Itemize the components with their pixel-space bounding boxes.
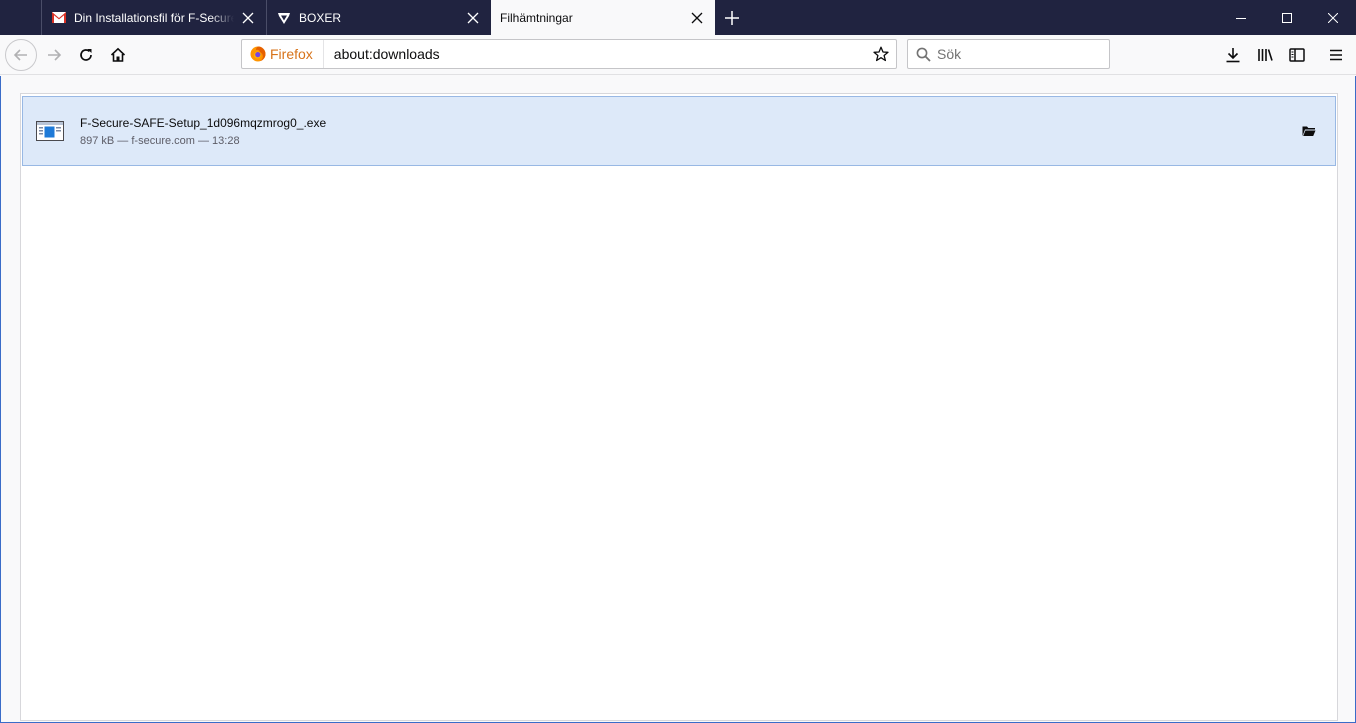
library-icon (1257, 47, 1274, 63)
close-window-button[interactable] (1310, 0, 1356, 35)
downloads-list: F-Secure-SAFE-Setup_1d096mqzmrog0_.exe 8… (20, 93, 1338, 721)
close-tab-icon[interactable] (465, 10, 481, 26)
url-bar[interactable]: Firefox (241, 39, 897, 69)
menu-button[interactable] (1322, 41, 1350, 69)
boxer-shield-icon (276, 10, 292, 26)
search-icon (916, 46, 931, 62)
home-button[interactable] (102, 39, 134, 71)
tab-downloads[interactable]: Filhämtningar (491, 0, 715, 35)
sidebar-icon (1289, 47, 1305, 63)
close-tab-icon[interactable] (689, 10, 705, 26)
search-bar[interactable] (907, 39, 1118, 69)
minimize-button[interactable] (1218, 0, 1264, 35)
back-arrow-icon (13, 47, 29, 63)
exe-file-icon (35, 116, 65, 146)
maximize-icon (1282, 12, 1292, 23)
forward-arrow-icon (46, 47, 62, 63)
maximize-button[interactable] (1264, 0, 1310, 35)
forward-button[interactable] (38, 39, 70, 71)
url-input[interactable] (333, 40, 866, 68)
tab-boxer[interactable]: BOXER (266, 0, 491, 35)
navigation-toolbar: Firefox (0, 35, 1356, 75)
reload-icon (78, 47, 94, 63)
home-icon (110, 47, 126, 63)
page-content: F-Secure-SAFE-Setup_1d096mqzmrog0_.exe 8… (0, 76, 1356, 723)
plus-icon (725, 11, 739, 25)
star-icon (873, 46, 889, 62)
reload-button[interactable] (70, 39, 102, 71)
tab-gmail[interactable]: Din Installationsfil för F-Secure (41, 0, 266, 35)
library-button[interactable] (1251, 41, 1279, 69)
sidebar-toggle-button[interactable] (1283, 41, 1311, 69)
open-containing-folder-button[interactable] (1301, 123, 1317, 139)
download-arrow-icon (1225, 47, 1241, 63)
bookmark-star-button[interactable] (866, 40, 896, 68)
tab-title: Din Installationsfil för F-Secure (74, 10, 234, 25)
new-tab-button[interactable] (720, 6, 744, 30)
downloads-button[interactable] (1219, 41, 1247, 69)
hamburger-menu-icon (1329, 48, 1343, 62)
title-bar: Din Installationsfil för F-Secure BOXER … (0, 0, 1356, 35)
identity-label: Firefox (270, 46, 313, 62)
close-icon (1328, 12, 1338, 23)
minimize-icon (1236, 13, 1246, 23)
close-tab-icon[interactable] (240, 10, 256, 26)
search-input[interactable] (937, 40, 1118, 68)
identity-box[interactable]: Firefox (242, 40, 324, 68)
download-status: 897 kB — f-secure.com — 13:28 (80, 135, 240, 147)
tab-title: BOXER (299, 10, 342, 25)
download-file-name: F-Secure-SAFE-Setup_1d096mqzmrog0_.exe (80, 116, 327, 130)
tab-title: Filhämtningar (500, 10, 573, 25)
folder-icon (1302, 125, 1316, 137)
download-item[interactable]: F-Secure-SAFE-Setup_1d096mqzmrog0_.exe 8… (22, 96, 1336, 166)
gmail-icon (51, 10, 67, 26)
firefox-logo-icon (250, 46, 266, 62)
back-button[interactable] (5, 39, 37, 71)
